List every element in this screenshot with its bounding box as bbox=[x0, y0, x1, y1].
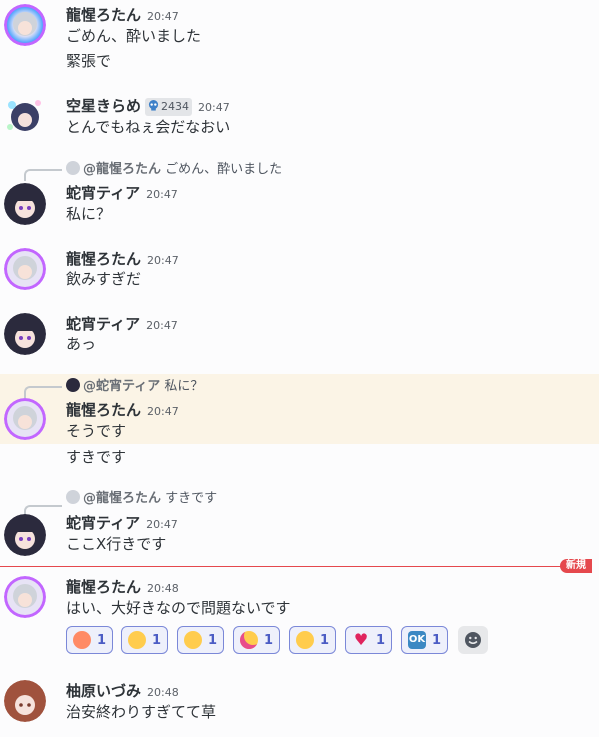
avatar[interactable] bbox=[4, 248, 46, 290]
avatar[interactable] bbox=[4, 313, 46, 355]
message-author[interactable]: 龍惺ろたん 20:47 bbox=[66, 250, 179, 270]
timestamp: 20:47 bbox=[147, 10, 179, 23]
message-author[interactable]: 蛇宵ティア 20:47 bbox=[66, 315, 178, 335]
message-author[interactable]: 空星きらめ 2434 20:47 bbox=[66, 97, 230, 117]
author-name[interactable]: 蛇宵ティア bbox=[66, 315, 140, 333]
skull-icon bbox=[148, 100, 159, 111]
avatar[interactable] bbox=[4, 680, 46, 722]
avatar[interactable] bbox=[4, 4, 46, 46]
reply-author: @蛇宵ティア bbox=[83, 379, 161, 394]
timestamp: 20:48 bbox=[147, 582, 179, 595]
timestamp: 20:47 bbox=[198, 101, 230, 114]
avatar[interactable] bbox=[4, 95, 46, 137]
author-name[interactable]: 龍惺ろたん bbox=[66, 401, 141, 419]
message-text: すきです bbox=[66, 448, 127, 466]
reaction-heart[interactable]: ♥ 1 bbox=[345, 626, 393, 654]
reaction-steam-face[interactable]: 1 bbox=[289, 626, 337, 654]
relieved-face-emoji-icon bbox=[184, 631, 202, 649]
reply-text: ごめん、酔いました bbox=[165, 162, 283, 177]
reply-connector bbox=[24, 386, 62, 398]
timestamp: 20:47 bbox=[147, 254, 179, 267]
author-name[interactable]: 龍惺ろたん bbox=[66, 578, 141, 596]
steam-face-emoji-icon bbox=[296, 631, 314, 649]
message-text: 緊張で bbox=[66, 52, 112, 70]
server-badge[interactable]: 2434 bbox=[145, 98, 193, 116]
timestamp: 20:47 bbox=[146, 518, 178, 531]
reply-text: すきです bbox=[165, 491, 218, 506]
reply-author: @龍惺ろたん bbox=[83, 162, 162, 177]
reply-avatar bbox=[66, 161, 80, 175]
message-author[interactable]: 蛇宵ティア 20:47 bbox=[66, 184, 178, 204]
reply-preview[interactable]: @蛇宵ティア 私に？ bbox=[66, 378, 203, 395]
avatar[interactable] bbox=[4, 183, 46, 225]
reply-avatar bbox=[66, 490, 80, 504]
reply-avatar bbox=[66, 378, 80, 392]
party-face-emoji-icon bbox=[240, 631, 258, 649]
new-messages-divider bbox=[0, 566, 570, 567]
avatar[interactable] bbox=[4, 514, 46, 556]
heart-emoji-icon: ♥ bbox=[353, 630, 369, 649]
message-text: ここX行きです bbox=[66, 535, 167, 553]
reaction-party-face[interactable]: 1 bbox=[233, 626, 281, 654]
message-author[interactable]: 龍惺ろたん 20:48 bbox=[66, 578, 179, 598]
reply-author: @龍惺ろたん bbox=[83, 491, 162, 506]
message-text: はい、大好きなので問題ないです bbox=[66, 599, 291, 617]
message-text: 治安終わりすぎてて草 bbox=[66, 703, 217, 721]
reply-preview[interactable]: @龍惺ろたん すきです bbox=[66, 490, 217, 507]
timestamp: 20:47 bbox=[146, 319, 178, 332]
message-author[interactable]: 蛇宵ティア 20:47 bbox=[66, 514, 178, 534]
reply-preview[interactable]: @龍惺ろたん ごめん、酔いました bbox=[66, 161, 282, 178]
timestamp: 20:47 bbox=[147, 405, 179, 418]
message-author[interactable]: 龍惺ろたん 20:47 bbox=[66, 401, 179, 421]
author-name[interactable]: 蛇宵ティア bbox=[66, 184, 140, 202]
reaction-relieved-face[interactable]: 1 bbox=[177, 626, 225, 654]
avatar[interactable] bbox=[4, 576, 46, 618]
message-text: あっ bbox=[66, 335, 97, 353]
timestamp: 20:48 bbox=[147, 686, 179, 699]
reaction-ok-button[interactable]: OK 1 bbox=[401, 626, 449, 654]
new-messages-tag: 新規 bbox=[560, 559, 592, 573]
add-reaction-button[interactable] bbox=[458, 626, 488, 654]
author-name[interactable]: 龍惺ろたん bbox=[66, 6, 141, 24]
message-author[interactable]: 柚原いづみ 20:48 bbox=[66, 682, 179, 702]
avatar[interactable] bbox=[4, 398, 46, 440]
reply-connector bbox=[24, 169, 62, 181]
message-text: 飲みすぎだ bbox=[66, 270, 142, 288]
author-name[interactable]: 柚原いづみ bbox=[66, 682, 141, 700]
message-author[interactable]: 龍惺ろたん 20:47 bbox=[66, 6, 179, 26]
author-name[interactable]: 龍惺ろたん bbox=[66, 250, 141, 268]
message-text: 私に？ bbox=[66, 205, 112, 223]
reply-text: 私に？ bbox=[164, 379, 204, 394]
reaction-peach[interactable]: 1 bbox=[66, 626, 114, 654]
message-text: そうです bbox=[66, 422, 127, 440]
reaction-nerd-face[interactable]: 1 bbox=[121, 626, 169, 654]
message-text: ごめん、酔いました bbox=[66, 27, 202, 45]
author-name[interactable]: 空星きらめ bbox=[66, 97, 141, 115]
smiley-icon bbox=[465, 632, 481, 648]
peach-emoji-icon bbox=[73, 631, 91, 649]
timestamp: 20:47 bbox=[146, 188, 178, 201]
author-name[interactable]: 蛇宵ティア bbox=[66, 514, 140, 532]
ok-button-emoji-icon: OK bbox=[408, 631, 426, 649]
message-text: とんでもねぇ会だなおい bbox=[66, 118, 231, 136]
nerd-face-emoji-icon bbox=[128, 631, 146, 649]
